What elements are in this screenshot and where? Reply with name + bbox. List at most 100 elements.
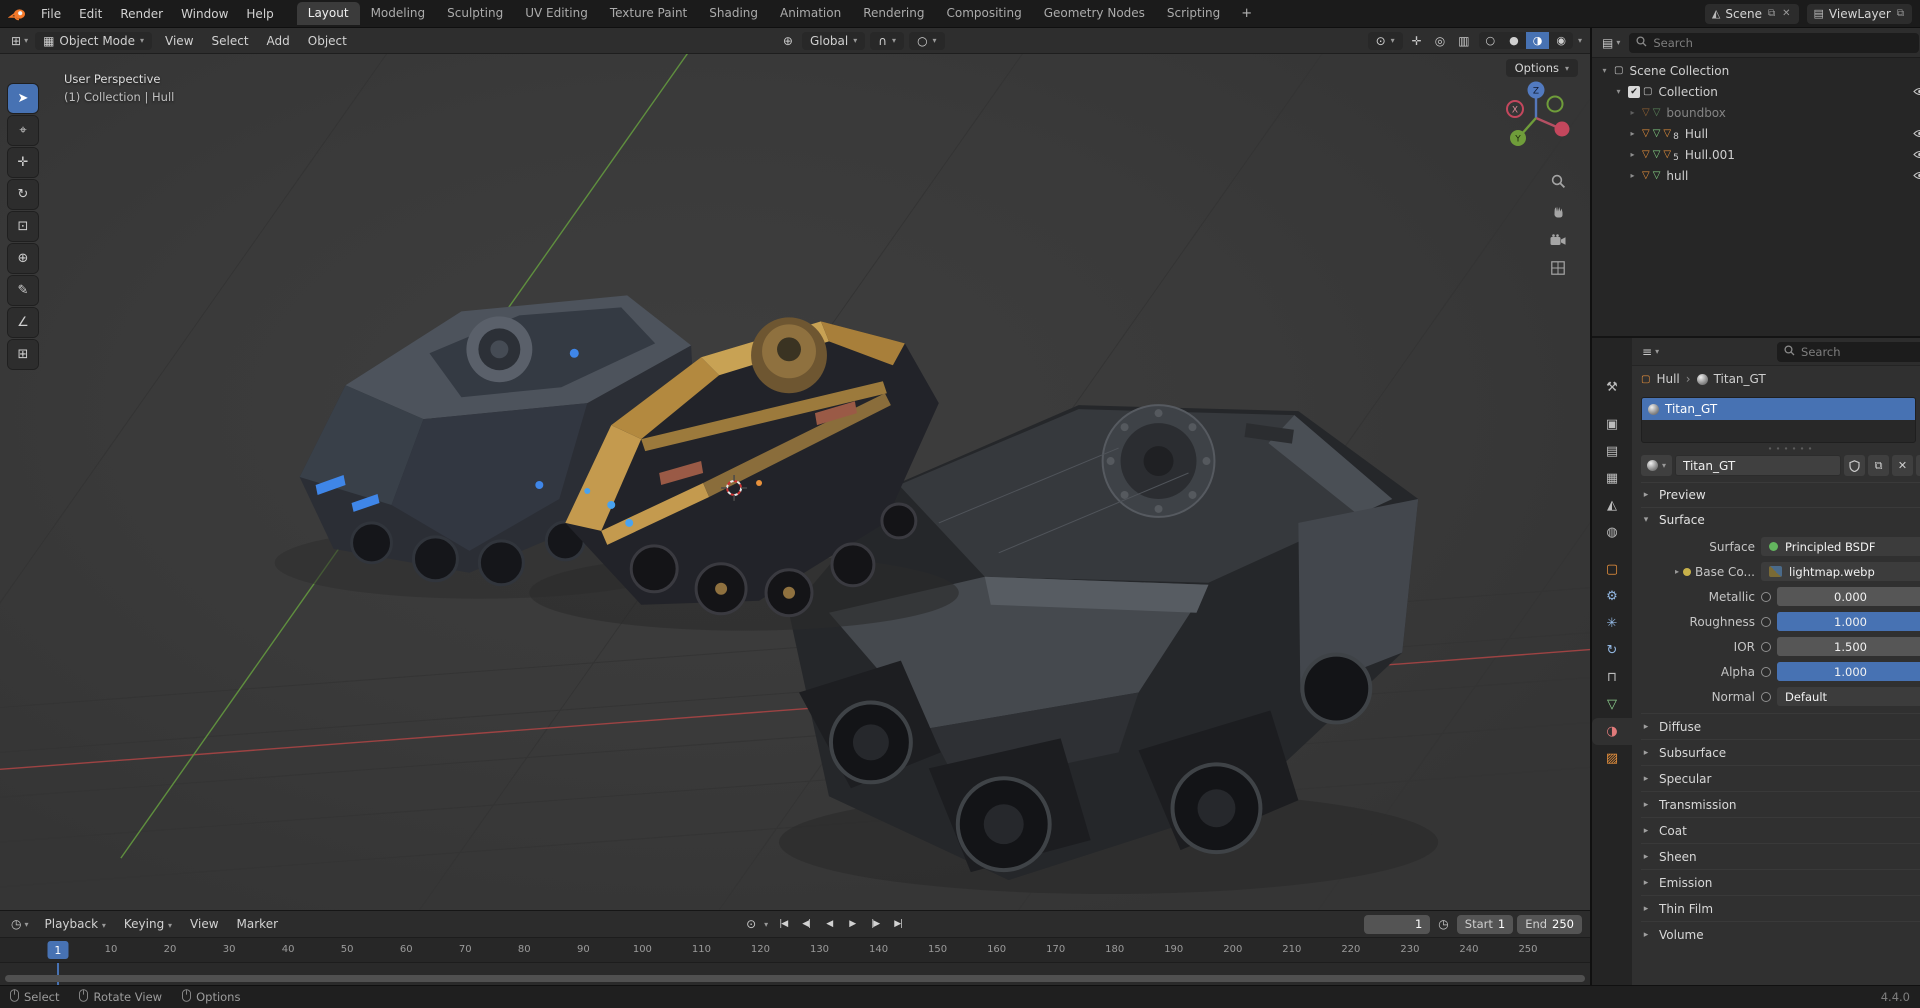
properties-tab[interactable]: ◭ bbox=[1592, 492, 1632, 519]
use-preview-range-icon[interactable]: ◷ bbox=[1434, 915, 1452, 933]
navigation-gizmo[interactable]: Z X Y bbox=[1498, 78, 1574, 157]
auto-keying-toggle[interactable]: ⊙ bbox=[742, 915, 760, 933]
workspace-tab[interactable]: Animation bbox=[769, 2, 852, 25]
collapsed-panel-header[interactable]: ▸Diffuse bbox=[1641, 713, 1920, 739]
tool-button[interactable]: ✛ bbox=[8, 148, 38, 177]
new-scene-button[interactable]: ⧉ bbox=[1767, 8, 1776, 19]
viewport-menu[interactable]: Object bbox=[299, 31, 356, 51]
auto-keying-dropdown[interactable]: ▾ bbox=[764, 920, 768, 929]
timeline-editor-type-button[interactable]: ◷▾ bbox=[8, 917, 32, 931]
timeline-scrollbar[interactable] bbox=[5, 975, 1585, 982]
workspace-tab[interactable]: Rendering bbox=[852, 2, 935, 25]
collapsed-panel-header[interactable]: ▸Thin Film bbox=[1641, 895, 1920, 921]
workspace-tab[interactable]: Sculpting bbox=[436, 2, 514, 25]
timeline-menu[interactable]: Keying ▾ bbox=[115, 914, 181, 934]
tool-button[interactable]: ∠ bbox=[8, 308, 38, 337]
outliner-row[interactable]: ▸ ✔ ▢ ▽ ▽ ▽ 8 Hull – bbox=[1592, 123, 1920, 144]
blender-logo-icon[interactable] bbox=[8, 7, 26, 21]
transport-button[interactable]: ◀ bbox=[818, 915, 840, 933]
timeline-track-area[interactable] bbox=[0, 963, 1590, 985]
scene-selector[interactable]: ◭ Scene ⧉ ✕ bbox=[1705, 4, 1799, 24]
mode-selector[interactable]: ▦ Object Mode ▾ bbox=[35, 32, 152, 50]
viewport-menu[interactable]: View bbox=[156, 31, 202, 51]
breadcrumb-object[interactable]: Hull bbox=[1656, 372, 1679, 386]
material-slot-list[interactable]: Titan_GT bbox=[1641, 397, 1916, 443]
collapsed-panel-header[interactable]: ▸Emission bbox=[1641, 869, 1920, 895]
shading-dropdown[interactable]: ▾ bbox=[1578, 36, 1582, 45]
workspace-tab[interactable]: Scripting bbox=[1156, 2, 1231, 25]
property-field[interactable]: 0.000 bbox=[1777, 587, 1920, 606]
properties-tab[interactable]: ▦ bbox=[1592, 465, 1632, 492]
shading-mode-button[interactable]: ○ bbox=[1479, 32, 1503, 49]
browse-material-button[interactable]: ▾ bbox=[1641, 455, 1672, 476]
properties-tab[interactable]: ⊓ bbox=[1592, 664, 1632, 691]
workspace-tab[interactable]: Shading bbox=[698, 2, 769, 25]
property-field[interactable]: 1.000 bbox=[1777, 662, 1920, 681]
unlink-material-button[interactable]: ✕ bbox=[1892, 455, 1913, 476]
outliner-row[interactable]: ▸ ✔ ▢ ▽ ▽ ▽ 5 Hull.001 – bbox=[1592, 144, 1920, 165]
outliner-item-label[interactable]: Scene Collection bbox=[1629, 64, 1729, 78]
property-field[interactable]: 1.500 bbox=[1777, 637, 1920, 656]
workspace-tab[interactable]: Geometry Nodes bbox=[1033, 2, 1156, 25]
collapsed-panel-header[interactable]: ▸Subsurface bbox=[1641, 739, 1920, 765]
properties-tab[interactable]: ▣ bbox=[1592, 411, 1632, 438]
show-overlays-toggle[interactable]: ◎ bbox=[1431, 32, 1449, 50]
outliner-item-label[interactable]: hull bbox=[1666, 169, 1688, 183]
disclosure-arrow[interactable]: ▾ bbox=[1612, 87, 1625, 96]
timeline-menu[interactable]: Playback ▾ bbox=[36, 914, 115, 934]
object-visibility-dropdown[interactable]: ⊙▾ bbox=[1368, 32, 1403, 50]
outliner-editor-type-button[interactable]: ▤▾ bbox=[1599, 36, 1623, 50]
toggle-ortho-icon[interactable] bbox=[1551, 261, 1565, 275]
menu-item[interactable]: Render bbox=[111, 4, 172, 24]
menu-item[interactable]: File bbox=[32, 4, 70, 24]
properties-search[interactable] bbox=[1777, 342, 1920, 362]
outliner-item-label[interactable]: Hull.001 bbox=[1685, 148, 1735, 162]
disclosure-arrow[interactable]: ▸ bbox=[1626, 129, 1639, 138]
eye-icon[interactable] bbox=[1913, 127, 1920, 141]
transport-button[interactable]: |◀ bbox=[772, 915, 794, 933]
outliner-row[interactable]: ▾ ✔ ▢ ▽ ▽ ▽ Collection – bbox=[1592, 81, 1920, 102]
workspace-tab[interactable]: Compositing bbox=[935, 2, 1032, 25]
properties-tab[interactable]: ▢ bbox=[1592, 556, 1632, 583]
menu-item[interactable]: Edit bbox=[70, 4, 111, 24]
properties-tab[interactable]: ⚙ bbox=[1592, 583, 1632, 610]
viewport-menu[interactable]: Add bbox=[258, 31, 299, 51]
outliner-row[interactable]: ▾ ✔ ▢ ▽ ▽ ▽ Scene Collection – bbox=[1592, 60, 1920, 81]
current-frame-field[interactable]: 1 bbox=[1364, 915, 1430, 934]
properties-tab[interactable]: ▤ bbox=[1592, 438, 1632, 465]
zoom-icon[interactable] bbox=[1551, 174, 1566, 189]
properties-tab[interactable]: ↻ bbox=[1592, 637, 1632, 664]
material-name-field[interactable] bbox=[1675, 455, 1841, 476]
workspace-tab[interactable]: UV Editing bbox=[514, 2, 599, 25]
panel-surface[interactable]: ▾Surface bbox=[1641, 507, 1920, 532]
collapsed-panel-header[interactable]: ▸Sheen bbox=[1641, 843, 1920, 869]
outliner-search[interactable] bbox=[1629, 33, 1919, 53]
menu-item[interactable]: Window bbox=[172, 4, 237, 24]
outliner-row[interactable]: ▸ ✔ ▢ ▽ ▽ ▽ hull – bbox=[1592, 165, 1920, 186]
tool-button[interactable]: ⊕ bbox=[8, 244, 38, 273]
frame-start-field[interactable]: Start1 bbox=[1457, 915, 1513, 934]
property-field[interactable]: lightmap.webp bbox=[1761, 562, 1920, 581]
workspace-tab[interactable]: Layout bbox=[297, 2, 360, 25]
properties-tab[interactable]: ✳ bbox=[1592, 610, 1632, 637]
outliner-item-label[interactable]: Collection bbox=[1658, 85, 1717, 99]
timeline-menu[interactable]: View ▾ bbox=[181, 914, 227, 934]
gizmo-y-axis[interactable]: Y bbox=[1514, 135, 1521, 145]
eye-icon[interactable] bbox=[1913, 85, 1920, 99]
tool-button[interactable]: ➤ bbox=[8, 84, 38, 113]
transport-button[interactable]: ◀| bbox=[795, 915, 817, 933]
properties-editor-type-button[interactable]: ≡▾ bbox=[1639, 345, 1662, 359]
gizmo-x-axis[interactable]: X bbox=[1512, 106, 1518, 116]
properties-tab[interactable]: ▽ bbox=[1592, 691, 1632, 718]
timeline-playhead[interactable]: 1 bbox=[47, 941, 68, 959]
collapsed-panel-header[interactable]: ▸Specular bbox=[1641, 765, 1920, 791]
collapsed-panel-header[interactable]: ▸Coat bbox=[1641, 817, 1920, 843]
transport-button[interactable]: ▶ bbox=[841, 915, 863, 933]
properties-tab[interactable]: ◑ bbox=[1592, 718, 1632, 745]
editor-type-button[interactable]: ⊞▾ bbox=[8, 34, 31, 48]
pan-hand-icon[interactable] bbox=[1551, 204, 1566, 219]
eye-icon[interactable] bbox=[1913, 169, 1920, 183]
outliner-search-input[interactable] bbox=[1653, 36, 1912, 50]
collection-checkbox[interactable]: ✔ bbox=[1628, 86, 1640, 98]
properties-tab[interactable]: ▨ bbox=[1592, 745, 1632, 772]
